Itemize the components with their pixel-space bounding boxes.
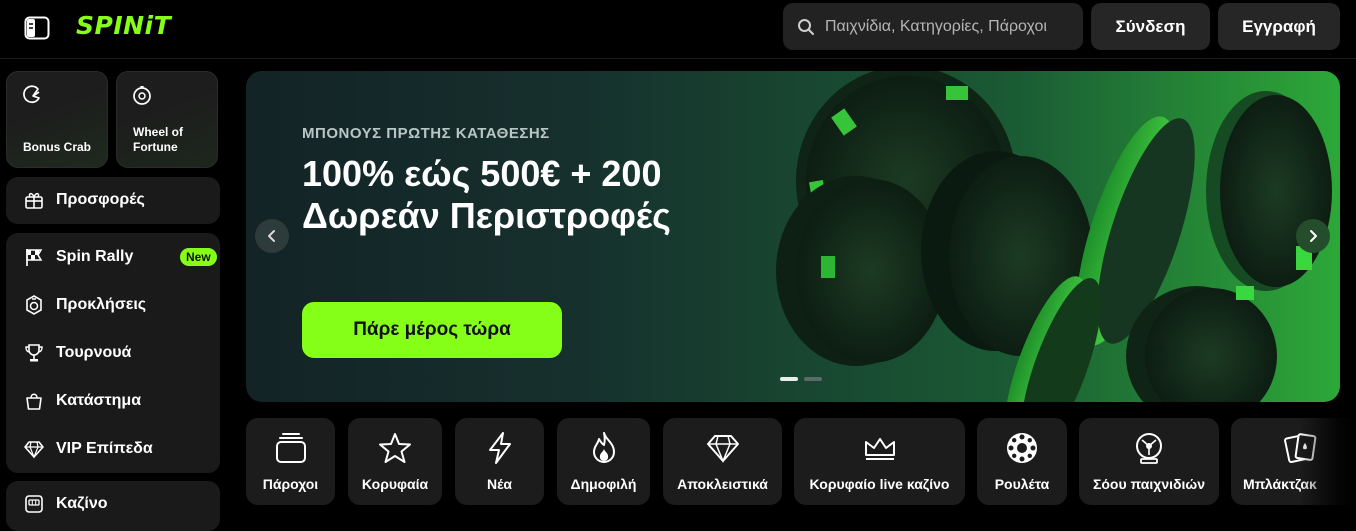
category-new[interactable]: Νέα [455,418,544,505]
diamond-icon [706,431,740,465]
search-icon [797,18,815,36]
checkered-flag-icon [24,247,44,267]
carousel-prev-button[interactable] [255,219,289,253]
crown-icon [863,431,897,465]
game-show-icon [1132,431,1166,465]
category-label: Ρουλέτα [994,476,1050,492]
wheel-of-fortune-label: Wheel of Fortune [133,125,183,154]
offers-box: Προσφορές [6,177,220,224]
sidebar-item-label: Καζίνο [56,495,108,512]
category-label: Νέα [486,476,513,492]
sidebar-item-label: Spin Rally [56,248,134,265]
spinit-logo[interactable]: SPINiT [76,11,171,40]
crab-claw-icon [21,84,43,106]
lightning-icon [483,431,517,465]
sidebar-item-vip[interactable]: VIP Επίπεδα [6,429,220,469]
sidebar-item-label: Προσφορές [56,191,145,208]
login-button[interactable]: Σύνδεση [1091,3,1210,50]
category-label: Κορυφαίο live καζίνο [809,476,950,492]
search-box[interactable] [783,3,1083,50]
wheel-of-fortune-card[interactable]: Wheel of Fortune [116,71,218,168]
diamond-icon [24,439,44,459]
category-roulette[interactable]: Ρουλέτα [977,418,1067,505]
casino-box: Καζίνο [6,481,220,531]
sidebar-item-label: VIP Επίπεδα [56,440,153,457]
shopping-bag-icon [24,391,44,411]
flame-icon [587,431,621,465]
sidebar-item-tournaments[interactable]: Τουρνουά [6,333,220,373]
top-header: SPINiT Σύνδεση Εγγραφή [0,0,1356,59]
category-providers[interactable]: Πάροχοι [246,418,335,505]
sidebar-item-shop[interactable]: Κατάστημα [6,381,220,421]
carousel-dots [780,377,822,381]
sidebar-item-spin-rally[interactable]: Spin Rally New [6,237,220,277]
gift-icon [24,190,44,210]
roulette-icon [1005,431,1039,465]
chevron-left-icon [268,230,275,242]
category-top[interactable]: Κορυφαία [348,418,442,505]
bonus-crab-card[interactable]: Bonus Crab [6,71,108,168]
sidebar-item-label: Κατάστημα [56,392,142,409]
search-input[interactable] [823,16,1082,37]
sidebar-item-label: Τουρνουά [56,344,132,361]
category-top-live-casino[interactable]: Κορυφαίο live καζίνο [794,418,965,505]
category-game-shows[interactable]: Σόου παιχνιδιών [1079,418,1219,505]
sidebar-toggle-icon[interactable] [22,14,52,42]
sidebar-item-challenges[interactable]: Προκλήσεις [6,285,220,325]
category-label: Αποκλειστικά [677,476,768,492]
cards-stack-icon [274,431,308,465]
category-label: Σόου παιχνιδιών [1092,476,1206,492]
hero-eyebrow: ΜΠΟΝΟΥΣ ΠΡΩΤΗΣ ΚΑΤΑΘΕΣΗΣ [302,125,550,142]
category-popular[interactable]: Δημοφιλή [557,418,650,505]
trophy-icon [24,343,44,363]
category-label: Κορυφαία [361,476,429,492]
sidebar-item-offers[interactable]: Προσφορές [6,180,220,220]
star-icon [378,431,412,465]
category-label: Πάροχοι [262,476,319,492]
bonus-crab-label: Bonus Crab [23,140,92,154]
sidebar-item-label: Προκλήσεις [56,296,147,313]
chevron-right-icon [1310,230,1317,242]
hero-headline: 100% εώς 500€ + 200 Δωρεάν Περιστροφές [302,153,671,236]
slot-machine-icon [24,494,44,514]
hero-banner[interactable]: ΜΠΟΝΟΥΣ ΠΡΩΤΗΣ ΚΑΤΑΘΕΣΗΣ 100% εώς 500€ +… [246,71,1340,402]
register-button[interactable]: Εγγραφή [1218,3,1340,50]
category-scroll-fade [1300,418,1356,505]
carousel-next-button[interactable] [1296,219,1330,253]
carousel-dot-1[interactable] [780,377,798,381]
category-label: Δημοφιλή [570,476,637,492]
challenge-icon [24,295,44,315]
hero-cta-button[interactable]: Πάρε μέρος τώρα [302,302,562,358]
wheel-icon [131,84,153,106]
category-exclusive[interactable]: Αποκλειστικά [663,418,782,505]
sidebar-item-casino[interactable]: Καζίνο [6,484,220,524]
sidebar-nav: Spin Rally New Προκλήσεις Τουρνουά Κατάσ… [6,233,220,473]
new-badge: New [180,248,217,266]
carousel-dot-2[interactable] [804,377,822,381]
